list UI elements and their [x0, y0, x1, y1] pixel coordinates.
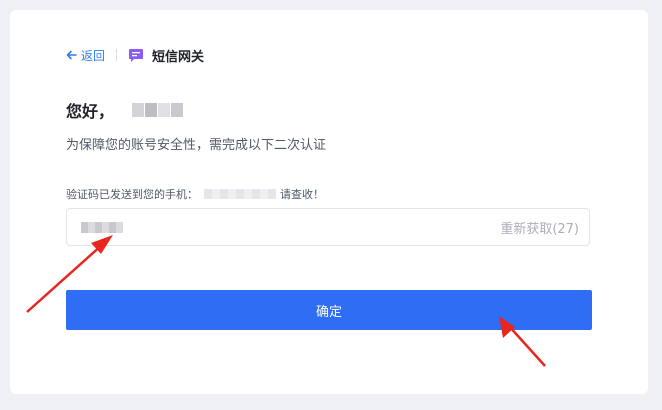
- top-bar: 返回 短信网关: [66, 46, 205, 65]
- divider: [116, 49, 118, 61]
- page-title: 短信网关: [152, 49, 205, 65]
- back-label: 返回: [81, 48, 106, 63]
- confirm-label: 确定: [315, 304, 342, 320]
- code-sent-prefix: 验证码已发送到您的手机：: [66, 188, 198, 201]
- masked-username: [132, 103, 184, 117]
- arrow-left-icon: [66, 50, 77, 60]
- masked-phone: [204, 189, 276, 199]
- verification-card: 返回 短信网关 您好， 为保障您的账号安全性，需完成以下二次认证 验证码已发送到…: [10, 10, 648, 394]
- resend-code-button[interactable]: 重新获取(27): [500, 218, 579, 237]
- back-link[interactable]: 返回: [66, 47, 105, 64]
- security-subtitle: 为保障您的账号安全性，需完成以下二次认证: [66, 138, 327, 153]
- masked-code-value: [81, 221, 123, 233]
- greeting-text: 您好，: [66, 102, 115, 121]
- confirm-button[interactable]: 确定: [66, 290, 592, 330]
- code-sent-suffix: 请查收！: [280, 188, 324, 201]
- code-sent-notice: 验证码已发送到您的手机： 请查收！: [66, 186, 324, 202]
- verification-code-input[interactable]: 重新获取(27): [66, 208, 590, 246]
- greeting: 您好，: [66, 98, 184, 122]
- message-icon: [128, 48, 144, 63]
